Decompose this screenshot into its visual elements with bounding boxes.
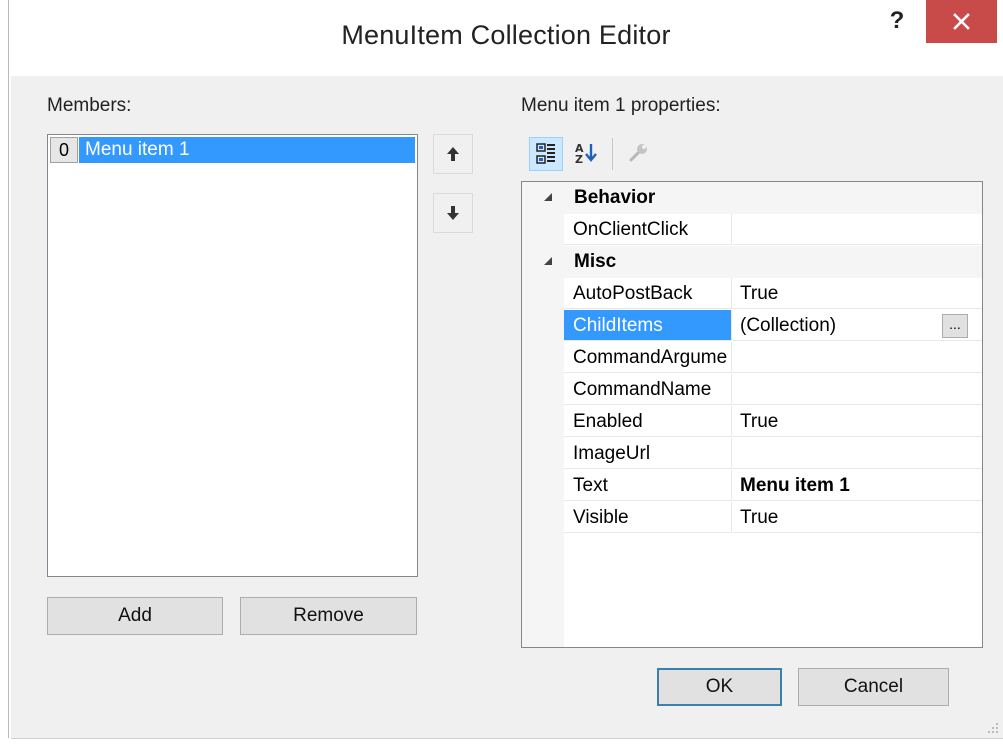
members-label: Members: <box>47 95 132 116</box>
property-row[interactable]: AutoPostBack True <box>522 278 982 310</box>
properties-label: Menu item 1 properties: <box>521 95 721 116</box>
property-value[interactable]: Menu item 1 <box>733 470 982 501</box>
move-down-icon <box>447 206 459 220</box>
property-row[interactable]: Visible True <box>522 502 982 534</box>
property-name[interactable]: CommandName <box>564 374 732 405</box>
property-row[interactable]: Enabled True <box>522 406 982 438</box>
move-up-icon <box>447 147 459 161</box>
list-item[interactable]: 0 Menu item 1 <box>50 137 415 163</box>
member-index: 0 <box>50 137 78 163</box>
property-name[interactable]: Enabled <box>564 406 732 437</box>
property-pages-icon <box>629 144 647 162</box>
cancel-button[interactable]: Cancel <box>798 668 949 706</box>
property-value[interactable] <box>733 342 982 373</box>
property-name[interactable]: ImageUrl <box>564 438 732 469</box>
property-value[interactable]: True <box>733 406 982 437</box>
property-row[interactable]: Text Menu item 1 <box>522 470 982 502</box>
close-icon <box>953 13 970 30</box>
remove-button[interactable]: Remove <box>240 597 417 635</box>
dialog-body: Members: 0 Menu item 1 Add Remove Menu i… <box>11 76 1003 739</box>
svg-text:Z: Z <box>575 153 583 166</box>
close-button[interactable] <box>926 0 997 43</box>
category-row-misc[interactable]: Misc <box>522 246 982 278</box>
property-value[interactable]: True <box>733 278 982 309</box>
property-row[interactable]: OnClientClick <box>522 214 982 246</box>
category-row-behavior[interactable]: Behavior <box>522 182 982 214</box>
category-name: Misc <box>574 251 617 272</box>
members-list[interactable]: 0 Menu item 1 <box>47 134 418 577</box>
size-grip-icon[interactable] <box>985 720 999 734</box>
property-grid[interactable]: Behavior OnClientClick Misc AutoPostBack… <box>521 181 983 648</box>
title-bar[interactable]: MenuItem Collection Editor ? <box>9 0 1003 76</box>
ellipsis-button[interactable]: ... <box>942 314 968 338</box>
property-pages-button[interactable] <box>621 137 655 171</box>
property-value[interactable] <box>733 438 982 469</box>
move-down-button[interactable] <box>433 193 473 233</box>
alphabetical-icon: A Z <box>575 142 597 166</box>
collapse-icon[interactable] <box>544 193 552 201</box>
toolbar-separator <box>612 138 613 170</box>
collapse-icon[interactable] <box>544 257 552 265</box>
property-value[interactable] <box>733 374 982 405</box>
categorized-icon <box>536 143 555 164</box>
category-name: Behavior <box>574 187 656 208</box>
property-name[interactable]: Text <box>564 470 732 501</box>
property-value[interactable] <box>733 214 982 245</box>
window-title: MenuItem Collection Editor <box>341 20 671 50</box>
property-row[interactable]: CommandArgume <box>522 342 982 374</box>
property-name[interactable]: ChildItems <box>564 310 732 341</box>
property-name[interactable]: OnClientClick <box>564 214 732 245</box>
property-name[interactable]: CommandArgume <box>564 342 732 373</box>
window-border <box>8 0 9 738</box>
member-name[interactable]: Menu item 1 <box>79 137 415 163</box>
property-row-selected[interactable]: ChildItems (Collection) ... <box>522 310 982 342</box>
alphabetical-button[interactable]: A Z <box>569 137 603 171</box>
property-name[interactable]: Visible <box>564 502 732 533</box>
categorized-button[interactable] <box>529 137 563 171</box>
move-up-button[interactable] <box>433 134 473 174</box>
property-row[interactable]: ImageUrl <box>522 438 982 470</box>
help-button[interactable]: ? <box>879 5 915 37</box>
property-name[interactable]: AutoPostBack <box>564 278 732 309</box>
property-row[interactable]: CommandName <box>522 374 982 406</box>
add-button[interactable]: Add <box>47 597 223 635</box>
ok-button[interactable]: OK <box>657 668 782 706</box>
property-value[interactable]: True <box>733 502 982 533</box>
help-icon: ? <box>889 7 905 34</box>
